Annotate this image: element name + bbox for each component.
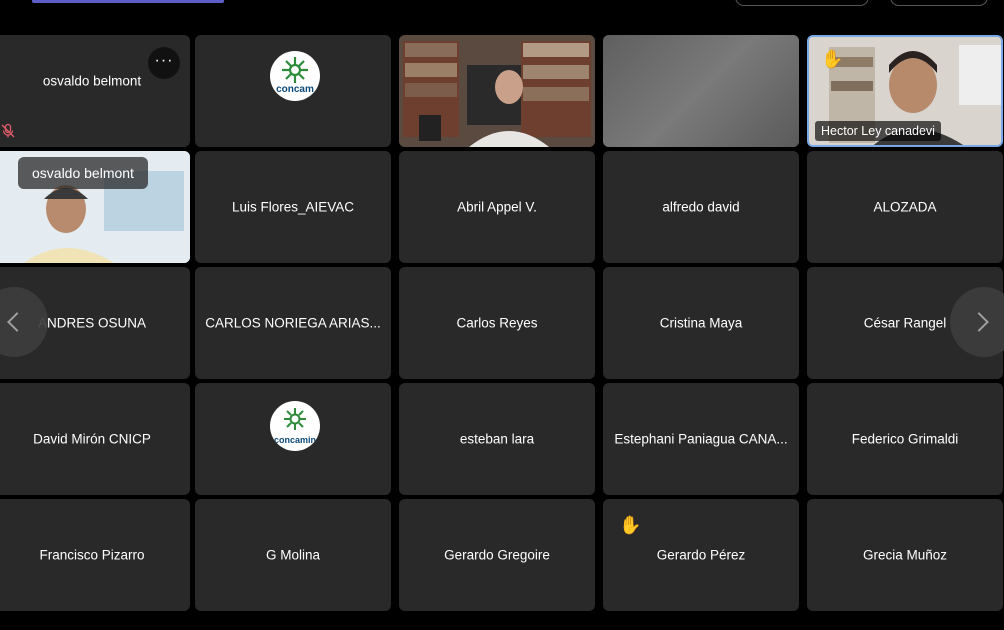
concamin-logo: concam — [270, 51, 320, 101]
more-options-icon[interactable]: ··· — [148, 47, 180, 79]
participant-tile[interactable]: concam — [195, 35, 391, 147]
participant-name: esteban lara — [459, 431, 535, 447]
participant-tile[interactable]: osvaldo belmont ··· — [0, 35, 190, 147]
participant-name: Luis Flores_AIEVAC — [231, 199, 355, 215]
logo-text: concamin — [273, 435, 316, 445]
raised-hand-icon: ✋ — [821, 49, 844, 69]
chevron-right-icon — [969, 312, 989, 332]
participant-tile[interactable]: ✋ Gerardo Pérez — [603, 499, 799, 611]
participant-name: osvaldo belmont — [18, 157, 148, 189]
participant-tile[interactable]: Carlos Reyes — [399, 267, 595, 379]
raised-hand-icon: ✋ — [619, 515, 642, 535]
participant-name: Gerardo Gregoire — [444, 547, 550, 563]
participant-name: Abril Appel V. — [457, 199, 537, 215]
mic-off-icon — [1, 123, 15, 138]
participant-video-tile-active[interactable]: ✋ Hector Ley canadevi — [807, 35, 1003, 147]
participant-name: Cristina Maya — [659, 315, 743, 331]
participant-tile[interactable]: alfredo david — [603, 151, 799, 263]
participant-tile[interactable]: Gerardo Gregoire — [399, 499, 595, 611]
participant-name: Gerardo Pérez — [656, 547, 746, 563]
participant-tile[interactable]: David Mirón CNICP — [0, 383, 190, 495]
participant-tile[interactable]: Francisco Pizarro — [0, 499, 190, 611]
video-feed — [399, 35, 595, 147]
participant-video-tile[interactable]: osvaldo belmont — [0, 151, 190, 263]
participant-video-tile[interactable] — [603, 35, 799, 147]
toolbar-button[interactable] — [890, 0, 988, 6]
participant-tile[interactable]: Luis Flores_AIEVAC — [195, 151, 391, 263]
participant-name: David Mirón CNICP — [33, 431, 151, 447]
concamin-logo: concamin — [270, 401, 320, 451]
participant-tile[interactable]: esteban lara — [399, 383, 595, 495]
participant-name: Hector Ley canadevi — [815, 121, 941, 141]
participant-video-tile[interactable] — [399, 35, 595, 147]
chevron-left-icon — [7, 312, 27, 332]
participant-tile[interactable]: Cristina Maya — [603, 267, 799, 379]
participant-tile[interactable]: CARLOS NORIEGA ARIAS... — [195, 267, 391, 379]
participant-name: Grecia Muñoz — [862, 547, 948, 563]
participant-tile[interactable]: Grecia Muñoz — [807, 499, 1003, 611]
meeting-top-bar — [0, 0, 1004, 32]
participant-tile[interactable]: concamin — [195, 383, 391, 495]
logo-text: concam — [276, 84, 314, 95]
participant-tile[interactable]: Estephani Paniagua CANA... — [603, 383, 799, 495]
participant-name: Francisco Pizarro — [39, 547, 145, 563]
active-view-indicator — [32, 0, 224, 3]
participant-name: G Molina — [265, 547, 321, 563]
participant-tile[interactable]: G Molina — [195, 499, 391, 611]
participant-name: CARLOS NORIEGA ARIAS... — [205, 315, 381, 331]
participant-name: alfredo david — [662, 199, 740, 215]
participant-tile[interactable]: ALOZADA — [807, 151, 1003, 263]
participant-tile[interactable]: Abril Appel V. — [399, 151, 595, 263]
participant-name: Carlos Reyes — [456, 315, 538, 331]
participant-tile[interactable]: Federico Grimaldi — [807, 383, 1003, 495]
participant-name: Estephani Paniagua CANA... — [614, 431, 788, 447]
participant-name: ALOZADA — [873, 199, 937, 215]
toolbar-button[interactable] — [735, 0, 869, 6]
participant-name: Federico Grimaldi — [851, 431, 959, 447]
blurred-video-feed — [603, 35, 799, 147]
